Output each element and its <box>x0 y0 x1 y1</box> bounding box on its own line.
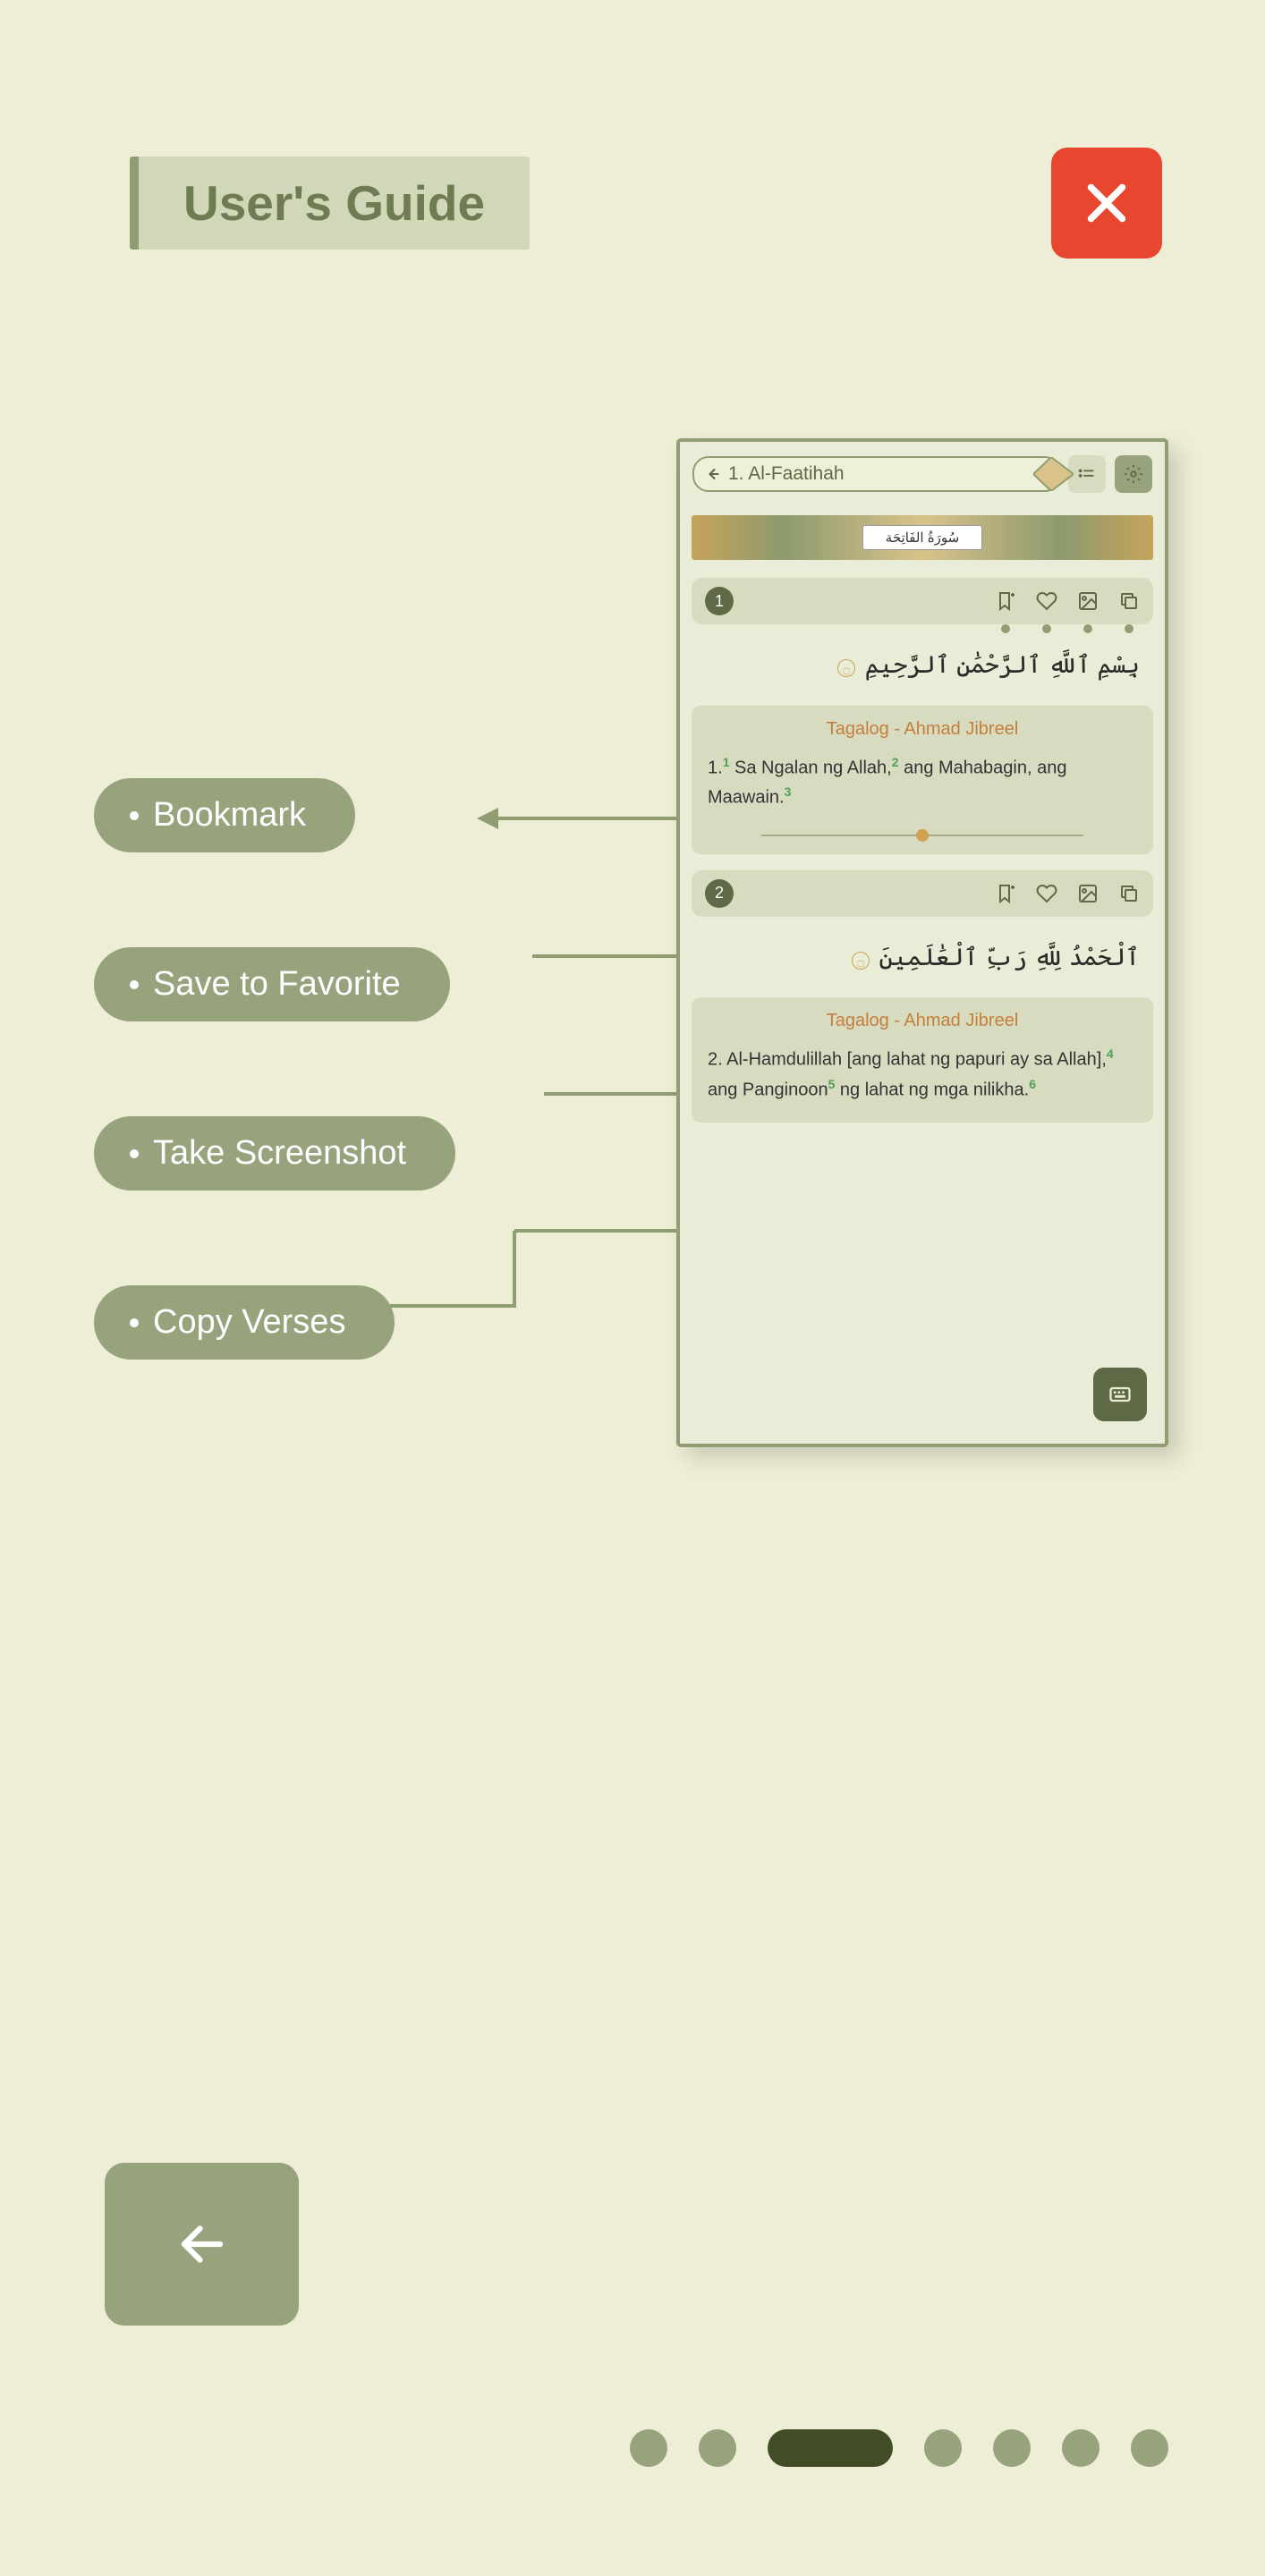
callout-favorite: Save to Favorite <box>94 947 450 1021</box>
callout-list: Bookmark Save to Favorite Take Screensho… <box>94 778 455 1360</box>
page-dot[interactable] <box>1131 2429 1168 2467</box>
page-dot[interactable] <box>699 2429 736 2467</box>
callout-screenshot: Take Screenshot <box>94 1116 455 1191</box>
verse-number-badge: 2 <box>705 879 734 908</box>
verse-arabic-text: ٱلْحَمْدُ لِلَّهِ رَبِّ ٱلْعَٰلَمِينَ ۝ <box>692 917 1153 994</box>
surah-banner: سُورَةُ الفَاتِحَة <box>692 515 1153 560</box>
verse-arabic-text: بِسْمِ ٱللَّهِ ٱلرَّحْمَٰنِ ٱلرَّحِيمِ ۝ <box>692 624 1153 701</box>
phone-nav-bar: 1. Al-Faatihah <box>692 456 1061 492</box>
list-icon <box>1077 464 1097 484</box>
translation-text: 2. Al-Hamdulillah [ang lahat ng papuri a… <box>708 1044 1137 1104</box>
translation-card: Tagalog - Ahmad Jibreel 2. Al-Hamdulilla… <box>692 997 1153 1122</box>
verse-header: 2 <box>692 870 1153 917</box>
translation-card: Tagalog - Ahmad Jibreel 1.1 Sa Ngalan ng… <box>692 706 1153 854</box>
verse-number-badge: 1 <box>705 587 734 615</box>
translation-label: Tagalog - Ahmad Jibreel <box>708 719 1137 740</box>
verse-header: 1 <box>692 578 1153 624</box>
phone-preview: 1. Al-Faatihah <box>676 438 1168 1447</box>
translation-text: 1.1 Sa Ngalan ng Allah,2 ang Mahabagin, … <box>708 752 1137 812</box>
close-icon <box>1080 176 1133 230</box>
divider-icon <box>761 835 1083 836</box>
page-dot-active[interactable] <box>768 2429 893 2467</box>
back-button[interactable] <box>105 2163 299 2326</box>
image-icon <box>1077 883 1099 904</box>
page-dot[interactable] <box>924 2429 962 2467</box>
page-title: User's Guide <box>130 157 530 250</box>
bookmark-icon <box>995 590 1016 612</box>
verse-card: 1 <box>692 578 1153 854</box>
callout-copy: Copy Verses <box>94 1285 395 1360</box>
copy-icon <box>1118 883 1140 904</box>
verse-card: 2 ٱلْحَمْدُ لِلَّهِ رَبِّ ٱلْ <box>692 870 1153 1123</box>
back-arrow-icon <box>703 465 721 483</box>
copy-icon <box>1118 590 1140 612</box>
page-dot[interactable] <box>1062 2429 1099 2467</box>
close-button[interactable] <box>1051 148 1162 258</box>
keyboard-icon <box>1108 1382 1133 1407</box>
image-icon <box>1077 590 1099 612</box>
gear-icon <box>1124 464 1143 484</box>
page-dot[interactable] <box>630 2429 667 2467</box>
back-arrow-icon <box>175 2217 229 2271</box>
pagination-dots <box>630 2429 1168 2467</box>
bookmark-icon <box>995 883 1016 904</box>
list-view-button <box>1068 455 1106 493</box>
surah-name-arabic: سُورَةُ الفَاتِحَة <box>862 525 982 550</box>
settings-button <box>1115 455 1152 493</box>
translation-label: Tagalog - Ahmad Jibreel <box>708 1011 1137 1031</box>
heart-icon <box>1036 590 1057 612</box>
heart-icon <box>1036 883 1057 904</box>
nav-decoration-icon <box>1033 457 1074 491</box>
callout-bookmark: Bookmark <box>94 778 355 852</box>
phone-nav-title: 1. Al-Faatihah <box>728 463 845 485</box>
fab-button <box>1093 1368 1147 1421</box>
page-dot[interactable] <box>993 2429 1031 2467</box>
